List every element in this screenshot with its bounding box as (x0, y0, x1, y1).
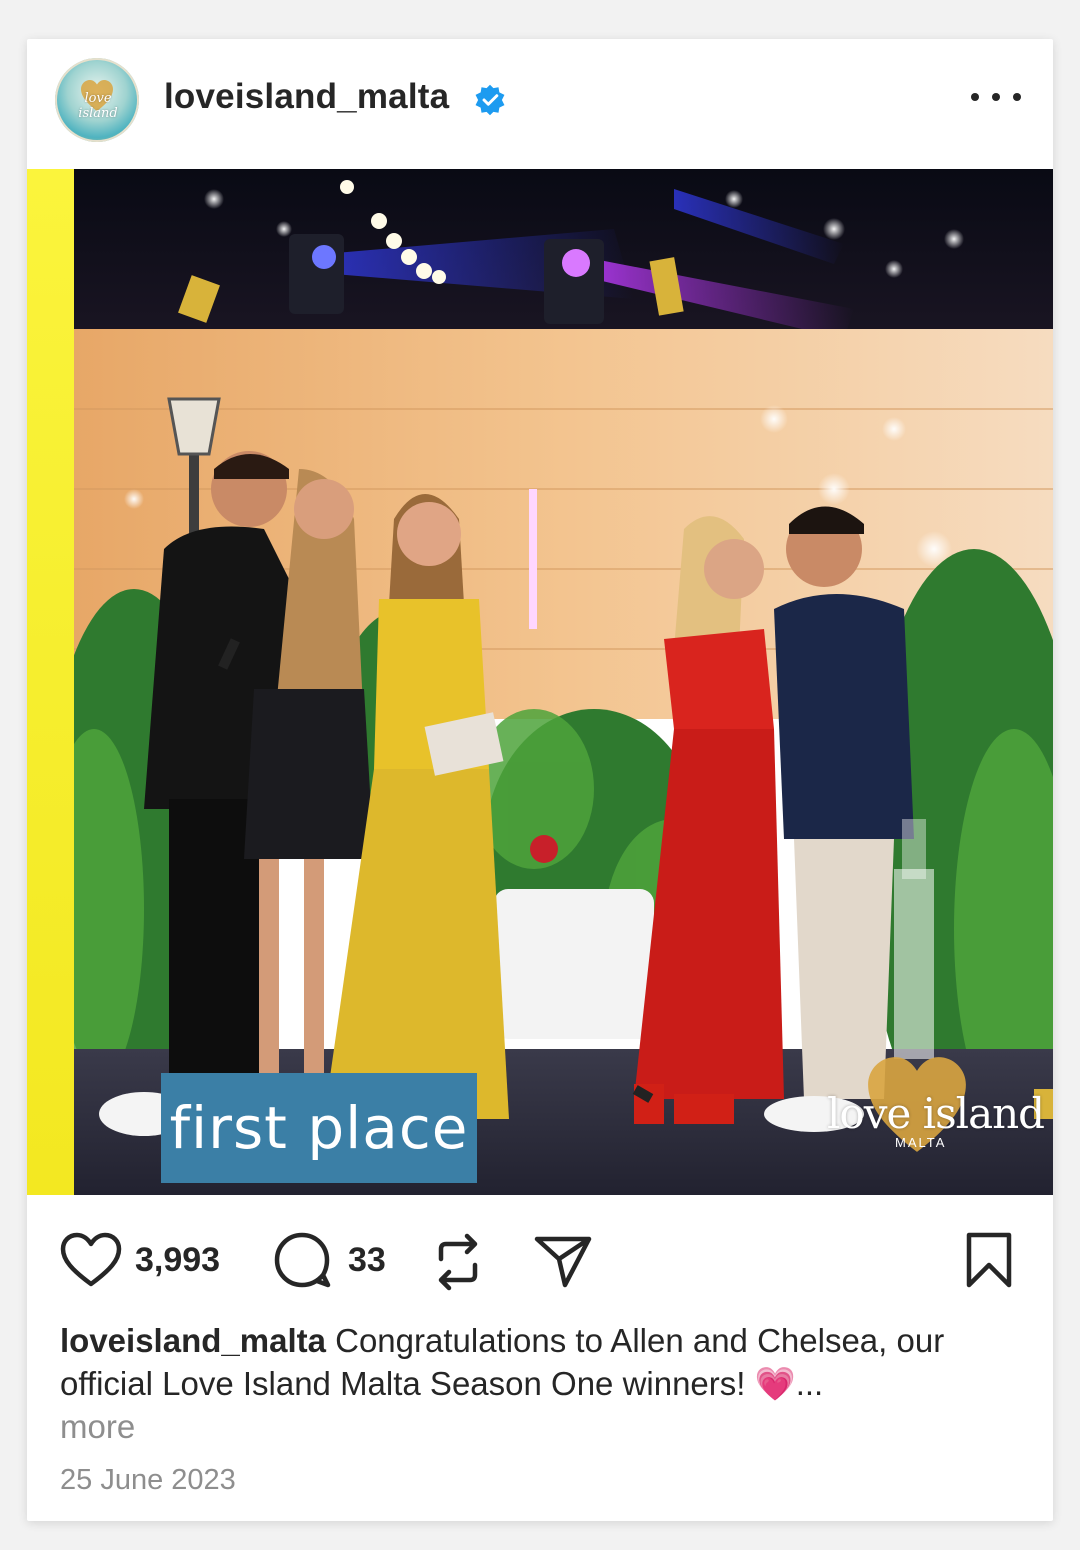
post-caption: loveisland_malta Congratulations to Alle… (60, 1319, 1020, 1448)
first-place-label: first place (161, 1073, 477, 1183)
stage-photo (74, 169, 1053, 1195)
username[interactable]: loveisland_malta (164, 77, 449, 117)
avatar[interactable]: love island (55, 58, 139, 142)
comment-count[interactable]: 33 (348, 1241, 386, 1280)
yellow-side-strip (27, 169, 74, 1195)
more-options-button[interactable] (971, 85, 1021, 109)
comment-bubble-icon[interactable] (273, 1231, 333, 1289)
post-date: 25 June 2023 (60, 1464, 236, 1496)
post-image[interactable]: first place love island MALTA (27, 169, 1053, 1195)
caption-username[interactable]: loveisland_malta (60, 1322, 326, 1359)
watermark-sub-text: MALTA (895, 1135, 947, 1150)
bookmark-icon[interactable] (963, 1231, 1015, 1289)
send-icon[interactable] (533, 1233, 593, 1289)
watermark-logo-text: love island (827, 1089, 1045, 1138)
post-card: love island loveisland_malta first place… (27, 39, 1053, 1521)
verified-badge-icon (475, 84, 505, 116)
like-count[interactable]: 3,993 (135, 1241, 220, 1280)
heart-icon[interactable] (60, 1232, 122, 1288)
more-link[interactable]: more (60, 1405, 1020, 1448)
repost-icon[interactable] (433, 1233, 483, 1291)
post-actions: 3,993 33 (27, 1195, 1053, 1315)
post-header: love island loveisland_malta (27, 39, 1053, 169)
avatar-logo-text: love island (78, 91, 118, 121)
more-horizontal-icon (971, 93, 979, 101)
